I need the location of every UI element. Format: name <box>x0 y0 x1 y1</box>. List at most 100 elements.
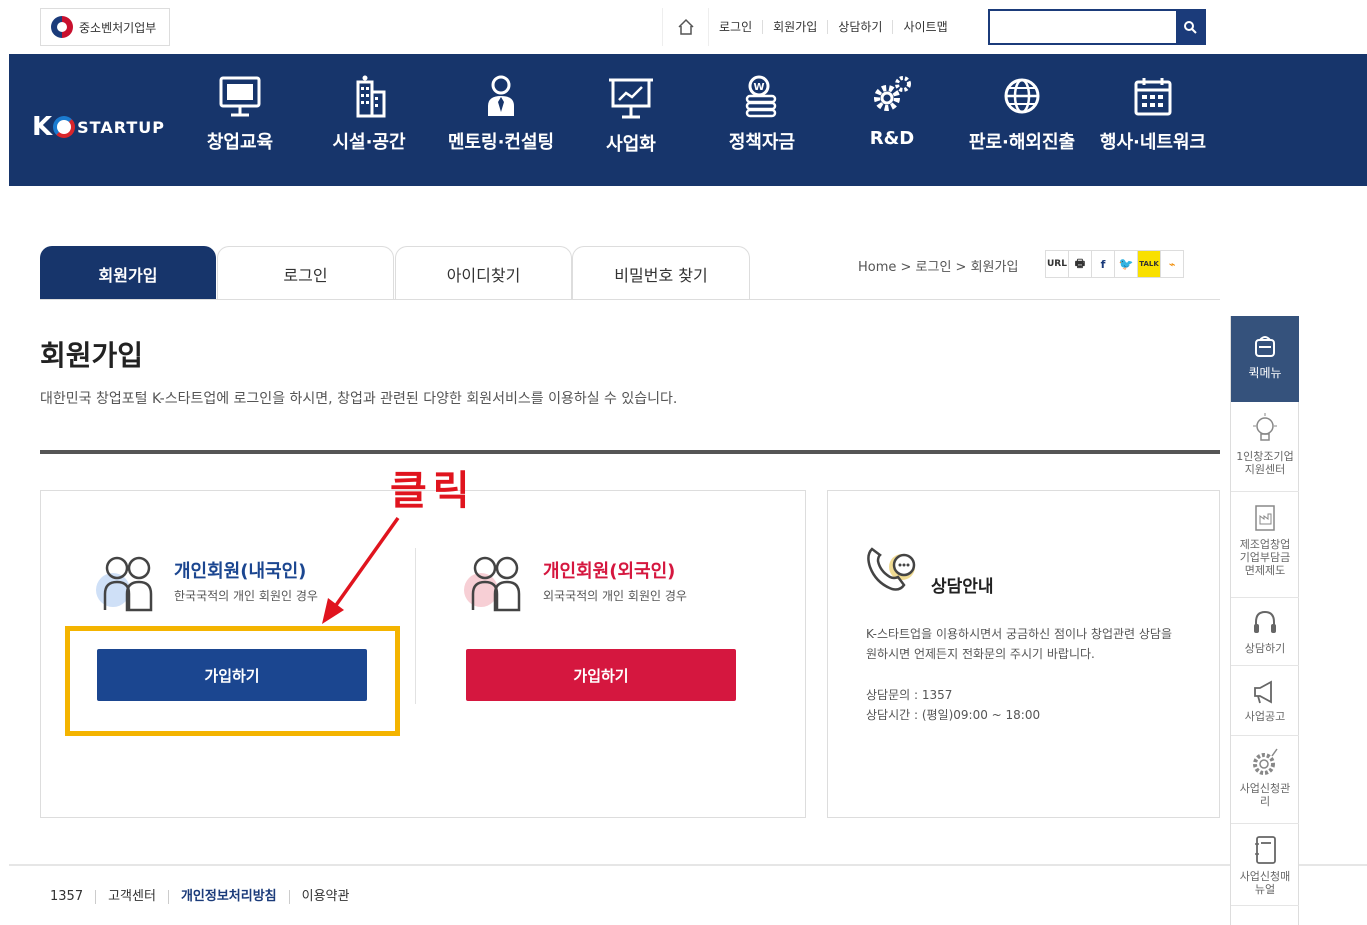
taegeuk-emblem-icon <box>51 16 73 38</box>
building-icon <box>356 75 386 118</box>
kstartup-logo[interactable]: K STARTUP <box>32 112 165 142</box>
manual-book-icon <box>1255 836 1276 864</box>
quick-item-consult[interactable]: 상담하기 <box>1231 608 1299 666</box>
footer-customer-center[interactable]: 고객센터 <box>96 890 169 904</box>
foreign-signup-button[interactable]: 가입하기 <box>466 649 736 701</box>
phone-chat-icon <box>867 547 916 591</box>
calendar-icon <box>1134 78 1172 116</box>
top-link-sitemap[interactable]: 사이트맵 <box>893 20 957 34</box>
kakaotalk-icon[interactable]: TALK <box>1137 250 1161 278</box>
foreign-member-sub: 외국국적의 개인 회원인 경우 <box>543 589 687 603</box>
globe-icon <box>1004 78 1040 114</box>
quick-item-label: 사업신청관리 <box>1239 782 1291 808</box>
nav-rnd[interactable]: R&D <box>832 74 952 149</box>
tab-find-id[interactable]: 아이디찾기 <box>395 246 572 300</box>
facebook-icon[interactable]: f <box>1091 250 1115 278</box>
quick-item-label: 제조업창업기업부담금면제제도 <box>1239 538 1291 577</box>
quick-item-label: 사업신청매뉴얼 <box>1239 870 1291 896</box>
print-icon[interactable]: 🖶 <box>1068 250 1092 278</box>
presentation-chart-icon <box>609 78 653 119</box>
ministry-logo[interactable]: 중소벤처기업부 <box>40 8 170 46</box>
consult-hours: 상담시간 : (평일)09:00 ~ 18:00 <box>866 708 1041 722</box>
logo-wordmark: STARTUP <box>77 117 165 137</box>
ministry-name: 중소벤처기업부 <box>79 20 157 35</box>
svg-text:W: W <box>753 82 764 93</box>
quick-item-label: 상담하기 <box>1244 642 1286 655</box>
quick-item-1person[interactable]: 1인창조기업지원센터 <box>1231 412 1299 492</box>
nav-mentoring[interactable]: 멘토링·컨설팅 <box>441 74 561 154</box>
logo-k: K <box>32 112 52 142</box>
footer-terms[interactable]: 이용약관 <box>290 890 362 904</box>
nav-events[interactable]: 행사·네트워크 <box>1093 74 1213 154</box>
consult-text: K-스타트업을 이용하시면서 궁금하신 점이나 창업관련 상담을 원하시면 언제… <box>866 627 1173 661</box>
lightbulb-icon <box>1253 413 1277 441</box>
nav-label: 정책자금 <box>728 132 796 153</box>
foreign-member-title: 개인회원(외국인) <box>543 561 676 582</box>
home-icon[interactable] <box>663 8 709 46</box>
nav-label: R&D <box>869 128 915 149</box>
url-copy-button[interactable]: URL <box>1045 250 1069 278</box>
consult-phone: 상담문의 : 1357 <box>866 688 953 702</box>
quick-menu-header[interactable]: 퀵메뉴 <box>1231 316 1299 402</box>
member-divider <box>415 548 416 704</box>
tab-login[interactable]: 로그인 <box>217 246 394 300</box>
nav-commercialization[interactable]: 사업화 <box>571 74 691 156</box>
quick-item-announcement[interactable]: 사업공고 <box>1231 676 1299 736</box>
annotation-arrow <box>322 516 400 624</box>
nav-facility[interactable]: 시설·공간 <box>309 74 429 154</box>
share-buttons: URL 🖶 f 🐦 TALK ⌁ <box>1045 250 1184 278</box>
tab-signup[interactable]: 회원가입 <box>40 246 216 300</box>
domestic-member-icon <box>96 556 153 612</box>
click-annotation-text: 클릭 <box>390 468 476 514</box>
breadcrumb: Home > 로그인 > 회원가입 <box>858 260 1019 275</box>
search-button[interactable] <box>1176 11 1204 43</box>
nav-label: 시설·공간 <box>332 132 406 153</box>
tab-underline <box>40 299 1220 300</box>
annotation-highlight-box <box>65 626 400 736</box>
footer-privacy-policy[interactable]: 개인정보처리방침 <box>169 890 290 904</box>
logo-ring-icon <box>53 116 76 138</box>
page-description: 대한민국 창업포털 K-스타트업에 로그인을 하시면, 창업과 관련된 다양한 … <box>40 391 678 407</box>
coin-stack-icon: W <box>745 75 777 118</box>
quick-item-label: 사업공고 <box>1244 710 1286 723</box>
nav-label: 행사·네트워크 <box>1099 132 1207 153</box>
nav-startup-education[interactable]: 창업교육 <box>180 74 300 154</box>
nav-label: 판로·해외진출 <box>968 132 1076 153</box>
footer-phone: 1357 <box>50 890 97 904</box>
quick-menu: 퀵메뉴 1인창조기업지원센터 제조업창업기업부담금면제제도 상담하기 사업공고 … <box>1230 316 1299 925</box>
search-icon <box>1184 21 1197 34</box>
nav-label: 창업교육 <box>206 132 274 153</box>
domestic-member-sub: 한국국적의 개인 회원인 경우 <box>174 589 318 603</box>
consult-title: 상담안내 <box>931 577 994 597</box>
person-tie-icon <box>488 75 514 116</box>
rss-icon[interactable]: ⌁ <box>1160 250 1184 278</box>
top-link-signup[interactable]: 회원가입 <box>763 20 829 34</box>
nav-label: 사업화 <box>606 134 656 155</box>
domestic-member-title: 개인회원(내국인) <box>174 561 307 582</box>
twitter-icon[interactable]: 🐦 <box>1114 250 1138 278</box>
nav-overseas[interactable]: 판로·해외진출 <box>962 74 1082 154</box>
footer-links: 1357 고객센터 개인정보처리방침 이용약관 <box>50 890 361 904</box>
page-title: 회원가입 <box>40 339 144 372</box>
top-link-consult[interactable]: 상담하기 <box>828 20 894 34</box>
quick-item-label: 1인창조기업지원센터 <box>1236 450 1294 476</box>
top-link-login[interactable]: 로그인 <box>709 20 764 34</box>
factory-document-icon <box>1255 505 1275 531</box>
quick-item-manual[interactable]: 사업신청매뉴얼 <box>1231 834 1299 906</box>
monitor-icon <box>219 76 261 117</box>
gears-icon <box>874 76 911 111</box>
foreign-member-icon <box>464 556 521 612</box>
footer-divider <box>9 864 1367 866</box>
headset-icon <box>1254 610 1276 633</box>
quick-item-manufacturing[interactable]: 제조업창업기업부담금면제제도 <box>1231 502 1299 598</box>
quick-menu-icon <box>1255 336 1275 357</box>
tab-find-password[interactable]: 비밀번호 찾기 <box>572 246 750 300</box>
nav-label: 멘토링·컨설팅 <box>447 132 555 153</box>
search-input[interactable] <box>990 11 1176 43</box>
megaphone-icon <box>1254 680 1272 704</box>
nav-policy-funds[interactable]: W 정책자금 <box>702 74 822 154</box>
quick-item-application-management[interactable]: 사업신청관리 <box>1231 746 1299 824</box>
section-divider <box>40 450 1220 454</box>
search-box <box>988 9 1206 45</box>
top-links: 로그인 회원가입 상담하기 사이트맵 <box>662 8 958 46</box>
